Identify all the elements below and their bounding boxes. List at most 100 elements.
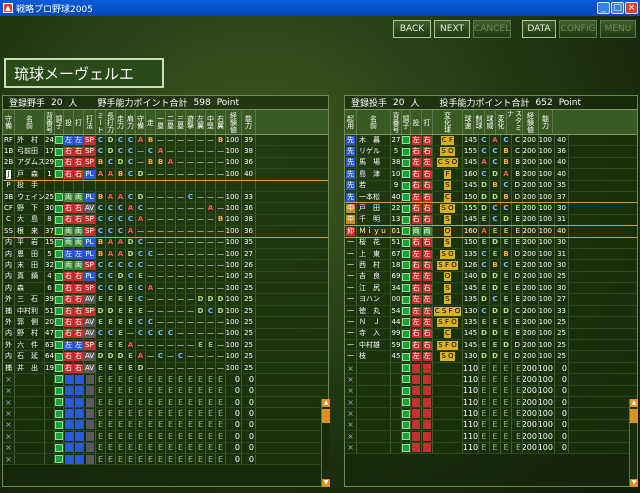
fielder-row[interactable]: P投 手 (3, 180, 328, 192)
pitcher-cell: 抑 (345, 226, 357, 237)
pitcher-empty-row[interactable]: ×​​110EEEE2001000 (345, 374, 637, 386)
pitcher-empty-row[interactable]: ×​​110EEEE2001000 (345, 442, 637, 454)
fielder-row[interactable]: SS 根 来 37 両両 SP C C C A — — — — — — — — —100 36 (3, 226, 328, 238)
pitcher-row[interactable]: 一吉 良 69 左左 O 140 D D E D 200 100 25 (345, 271, 637, 284)
pitcher-empty-row[interactable]: ×​​110EEEE2001000 (345, 431, 637, 443)
pitcher-empty-row[interactable]: ×​​110EEEE2001000 (345, 385, 637, 397)
pitcher-row[interactable]: 一枝 45 左左 S O 130 D D E D 200 100 25 (345, 351, 637, 363)
fielders-scrollbar[interactable]: ▲ ▼ (321, 399, 330, 487)
fielder-row[interactable]: 内末 田 32 両両 SP C C C C C — — — — — — — —100 26 (3, 260, 328, 272)
fielder-cell (55, 135, 64, 146)
fielder-row[interactable]: 内石 延 64 右右 AV D D D E A — C — C — — — —100 25 (3, 351, 328, 363)
pitcher-row[interactable]: 一Ｎ Ｊ 44 左左 S F O 135 E E E E 200 100 25 (345, 317, 637, 329)
pitcher-row[interactable]: 先リゲル 5 右右 S O 155 C C B C 200 100 36 (345, 146, 637, 158)
fielder-row[interactable]: 内平 岩 15 両両 PL B A A D C — — — — — — — —100 35 (3, 237, 328, 249)
fielder-row[interactable]: J戸 森 1 右右 PL A A B C D — — — — — — — —100 40 (3, 169, 328, 181)
pitchers-scrollbar[interactable]: ▲ ▼ (629, 399, 638, 487)
close-button[interactable]: × (625, 2, 638, 14)
fielder-cell: E (96, 385, 106, 396)
fielder-row[interactable]: 外郭 側 20 右右 AV E E E E C C — — — — — — —100 25 (3, 317, 328, 329)
scroll-down-icon[interactable]: ▼ (630, 479, 638, 487)
pitcher-row[interactable]: 一江 尻 34 右右 S 145 E D E E 200 100 30 (345, 283, 637, 295)
pitcher-empty-row[interactable]: ×​​110EEEE2001000 (345, 419, 637, 432)
pitcher-row[interactable]: 先島 津 10 右右 F 160 C D A B 200 100 40 (345, 169, 637, 181)
fielder-row[interactable]: 外三 石 39 右右 AV E E E E C — — — — — D D D 100 25 (3, 294, 328, 306)
fielder-row[interactable]: 内真 鍋 4 右右 PL C C D C E — — — — — — — —100 25 (3, 271, 328, 284)
pitcher-row[interactable]: 先馬 場 38 左左 C S O 145 A C B B 200 100 40 (345, 157, 637, 170)
scroll-up-icon[interactable]: ▲ (630, 399, 638, 407)
maximize-button[interactable]: □ (611, 2, 624, 14)
next-button[interactable]: NEXT (434, 20, 470, 38)
pitcher-empty-row[interactable]: ×​​110EEEE2001000 (345, 396, 637, 409)
fielder-cell-value: — (147, 352, 154, 361)
fielder-cell: 0 (242, 431, 256, 442)
pitcher-cell-value: 100 (539, 272, 552, 281)
fielder-row[interactable]: CF 野 下 30 右右 AV C C C A C — — — — — — A —100 36 (3, 203, 328, 215)
fielder-cell: — (146, 340, 156, 351)
pitcher-row[interactable]: 先木 暮 27 左右 C F 145 C A C C 200 100 40 (345, 135, 637, 147)
pitcher-row[interactable]: 先一本松 40 左右 C 150 D D B D 200 100 37 (345, 191, 637, 204)
fielder-empty-row[interactable]: ×​​​EEEEEEEEEEEEE00 (3, 442, 328, 454)
menu-button[interactable]: MENU (600, 20, 636, 38)
pitcher-cell-value: 若 (359, 181, 373, 190)
fielder-empty-row[interactable]: ×​​​EEEEEEEEEEEEE00 (3, 419, 328, 432)
fielder-row[interactable]: 外六 件 63 左左 SP E E E A — — — — — — E E —100 25 (3, 340, 328, 352)
data-button[interactable]: DATA (522, 20, 556, 38)
scroll-thumb[interactable] (630, 409, 638, 423)
pitcher-cell: 200 (523, 305, 539, 317)
fielder-cell: 40 (242, 169, 256, 180)
pitcher-row[interactable]: 中戸 田 22 右右 S O 155 D C C E 200 100 30 (345, 203, 637, 215)
fielder-empty-row[interactable]: ×​​​EEEEEEEEEEEEE00 (3, 453, 328, 466)
minimize-button[interactable]: _ (597, 2, 610, 14)
fielder-cell: E (126, 442, 136, 453)
fielder-empty-row[interactable]: ×​​​EEEEEEEEEEEEE00 (3, 396, 328, 409)
fielder-row[interactable]: 2B アダムス 29 右右 SP B C D C — B B A — — — — —100 36 (3, 157, 328, 170)
fielder-row[interactable]: 内野 村 47 右右 AV C C E — C C C C — — — — —100 25 (3, 328, 328, 341)
pitcher-cell: E (490, 374, 501, 385)
fielder-cell: — (206, 226, 216, 237)
fielders-summary: 登録野手 20 人 野手能力ポイント合計 598 Point (3, 96, 328, 110)
pitcher-row[interactable]: 一上 東 67 左左 S O 135 C E B D 200 100 31 (345, 248, 637, 261)
back-button[interactable]: BACK (393, 20, 431, 38)
fielder-cell: C (116, 260, 126, 271)
fielder-cell: E (126, 283, 136, 294)
fielder-empty-row[interactable]: ×​​​EEEEEEEEEEEEE00 (3, 374, 328, 386)
pitcher-cell-value: C (481, 306, 487, 315)
pitcher-row[interactable]: 先若 9 右右 S 145 D B C D 200 100 35 (345, 180, 637, 192)
pitcher-row[interactable]: 一中村雄 59 右右 S F O 145 E E D D 200 100 25 (345, 340, 637, 352)
pitcher-row[interactable]: 抑 Ｍｉｙｕ 01 両両 O 160 A E E E 200 100 40 (345, 226, 637, 238)
pitcher-row[interactable]: 中千 明 13 右右 S 145 E C D E 200 100 31 (345, 214, 637, 227)
fielder-row[interactable]: C大 島 8 右右 SP C C C C A — — — — — — — B 100 38 (3, 214, 328, 227)
fielder-cell: — (206, 260, 216, 271)
pitcher-row[interactable]: 一桜 花 51 右右 S 150 E D E E 200 100 30 (345, 237, 637, 249)
condition-icon (402, 307, 410, 316)
pitcher-empty-row[interactable]: ×​​110EEEE2001000 (345, 408, 637, 420)
pitcher-empty-row[interactable]: ×​​110EEEE2001000 (345, 362, 637, 375)
fielder-cell-value: A (157, 147, 164, 156)
scroll-up-icon[interactable]: ▲ (322, 399, 330, 407)
fielder-cell: E (216, 453, 226, 465)
fielder-cell-value: 右 (74, 352, 83, 362)
fielder-row[interactable]: 3B ウェイン 25 両両 PL B A A C D — — — — C — — —100 33 (3, 191, 328, 204)
fielder-empty-row[interactable]: ×​​​EEEEEEEEEEEEE00 (3, 385, 328, 397)
config-button[interactable]: CONFIG (559, 20, 597, 38)
fielder-row[interactable]: 捕井 出 19 右右 AV E E E E D — — — — — — — —100 25 (3, 362, 328, 375)
pitcher-row[interactable]: 一西 村 18 右右 S F O 126 C B C E 200 100 30 (345, 260, 637, 272)
cancel-button[interactable]: CANCEL (473, 20, 511, 38)
fielder-row[interactable]: 内恩 田 5 左左 PL B A A D C C — — — — — — —100 27 (3, 248, 328, 261)
fielder-row[interactable]: 1B 弓前田 17 右右 SP C D C C — C A — — — — — —100 38 (3, 146, 328, 158)
fielder-cell-value: D (207, 295, 214, 304)
scroll-down-icon[interactable]: ▼ (322, 479, 330, 487)
pitcher-row[interactable]: 一寺 入 99 右右 C 145 D D E E 200 100 25 (345, 328, 637, 341)
pitcher-row[interactable]: 一徳 丸 54 左左 C S F O 130 C D D C 200 100 33 (345, 305, 637, 318)
pitcher-cell-value: S O (440, 147, 455, 157)
pitcher-cell-value: 40 (557, 158, 566, 167)
fielder-empty-row[interactable]: ×​​​EEEEEEEEEEEEE00 (3, 431, 328, 443)
fielder-row[interactable]: RF 外 村 24 左左 SP C D C C A B — — — — — — B 100 39 (3, 135, 328, 147)
scroll-thumb[interactable] (322, 409, 330, 423)
fielder-row[interactable]: 捕中村利 51 右右 SP D D E E E — — — — — D C D 100 25 (3, 305, 328, 318)
fielder-row[interactable]: 内森 6 右右 SP C C D E C A — — — — — — —100 25 (3, 283, 328, 295)
fielders-col-header: ミート (96, 110, 106, 134)
pitcher-row[interactable]: 一ヨハン 00 左左 S 135 D C E E 200 100 27 (345, 294, 637, 306)
fielder-empty-row[interactable]: ×​​​EEEEEEEEEEEEE00 (3, 408, 328, 420)
